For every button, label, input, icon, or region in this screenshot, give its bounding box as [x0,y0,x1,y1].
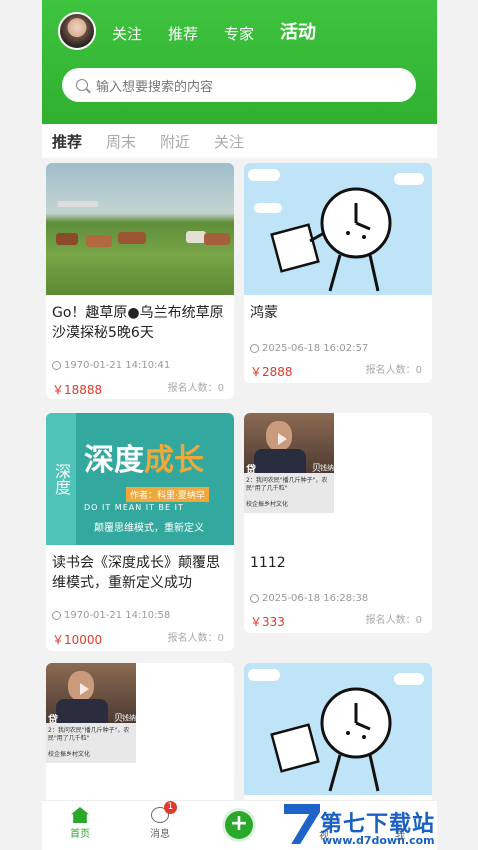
activity-card[interactable] [244,663,432,803]
card-price: ￥10000 [52,633,103,647]
nav-recommend[interactable]: 推荐 [168,23,198,44]
card-enroll: 报名人数：0 [167,633,224,644]
tab-home[interactable]: 首页 [60,807,100,840]
tab-messages[interactable]: 1 消息 [140,801,180,840]
cover-side-text: 深度 [46,413,76,545]
activity-card[interactable]: Go！趣草原●乌兰布统草原沙漠探秘5晚6天 1970-01-21 14:10:4… [46,163,234,399]
app-screen: 关注 推荐 专家 活动 输入想要搜索的内容 推荐 周末 附近 关注 Go！趣草原… [0,0,478,850]
subtab-recommend[interactable]: 推荐 [52,131,82,152]
nav-activity[interactable]: 活动 [280,18,316,44]
clock-icon [52,361,61,370]
nav-expert[interactable]: 专家 [224,23,254,44]
thumb-caption2: 民"用了几千粒" [246,485,288,492]
tab-messages-label: 消息 [150,829,170,840]
thumb-caption2: 民"用了几千粒" [48,735,90,742]
avatar[interactable] [58,12,96,50]
card-enroll: 报名人数：0 [365,365,422,376]
cover-slogan: DO IT MEAN IT BE IT [84,503,184,512]
home-icon [71,807,89,823]
thumb-caption3: 校企振乡村文化 [246,501,289,508]
clock-icon [270,687,392,792]
clock-icon [52,611,61,620]
subtab-nearby[interactable]: 附近 [160,131,190,152]
clock-icon [250,594,259,603]
card-price: ￥333 [250,615,285,629]
cover-line: 颠覆思维模式，重新定义 [94,523,204,534]
cover-title-accent: 成长 [144,443,204,478]
cover-title-main: 深度 [84,443,144,478]
grassland-image [46,163,234,295]
tab-home-label: 首页 [70,829,90,840]
card-title: 1112 [250,555,286,571]
subtab-follow[interactable]: 关注 [214,131,244,152]
card-time: 1970-01-21 14:10:58 [52,610,170,621]
watermark-url: www.d7down.com [322,834,435,847]
card-price: ￥18888 [52,383,103,397]
message-badge: 1 [164,801,177,814]
book-cover-image: 深度 深度成长 作者：科里·夏纳罕 DO IT MEAN IT BE IT 颠覆… [46,413,234,545]
subtab-weekend[interactable]: 周末 [106,131,136,152]
top-nav: 关注 推荐 专家 活动 [112,18,316,44]
card-title: Go！趣草原●乌兰布统草原沙漠探秘5晚6天 [52,305,224,341]
thumb-caption3: 校企振乡村文化 [48,751,91,758]
time-text: 1970-01-21 14:10:41 [64,360,171,371]
add-button[interactable]: + [225,811,253,839]
search-placeholder: 输入想要搜索的内容 [96,79,214,95]
watermark: 第七下载站 www.d7down.com [282,802,478,850]
video-thumbnail: 贷 贝 钱纳 2：我问农民"播几斤种子"，农 民"用了几千粒" 校企振乡村文化 [244,413,432,545]
message-icon: 1 [151,801,177,823]
time-text: 2025-06-18 16:02:57 [262,343,369,354]
search-bar[interactable]: 输入想要搜索的内容 [62,68,416,102]
nav-follow[interactable]: 关注 [112,23,142,44]
card-time: 2025-06-18 16:02:57 [250,343,368,354]
watermark-logo [284,804,320,844]
clock-cartoon-image [244,163,432,295]
cover-title: 深度成长 [84,435,204,479]
card-enroll: 报名人数：0 [167,383,224,394]
clock-cartoon-image [244,663,432,795]
card-enroll: 报名人数：0 [365,615,422,626]
thumb-tag: 贷 [48,715,58,726]
card-title: 读书会《深度成长》颠覆思维模式，重新定义成功 [52,555,220,591]
activity-card[interactable]: 深度 深度成长 作者：科里·夏纳罕 DO IT MEAN IT BE IT 颠覆… [46,413,234,651]
card-time: 1970-01-21 14:10:41 [52,360,170,371]
play-icon [278,433,287,445]
video-thumbnail: 贷 贝 钱纳 2：我问农民"播几斤种子"，农 民"用了几千粒" 校企振乡村文化 [46,663,234,795]
card-title: 鸿蒙 [250,305,278,321]
cover-author: 作者：科里·夏纳罕 [126,487,209,502]
thumb-tag3: 钱纳 [320,464,334,472]
header: 关注 推荐 专家 活动 输入想要搜索的内容 [42,0,437,124]
card-time: 2025-06-18 16:28:38 [250,593,368,604]
activity-card[interactable]: 鸿蒙 2025-06-18 16:02:57 ￥2888 报名人数：0 [244,163,432,383]
thumb-tag: 贷 [246,465,256,476]
clock-icon [250,344,259,353]
clock-icon [270,187,392,292]
activity-card[interactable]: 贷 贝 钱纳 2：我问农民"播几斤种子"，农 民"用了几千粒" 校企振乡村文化 [46,663,234,803]
sub-tabs: 推荐 周末 附近 关注 [42,124,437,158]
time-text: 2025-06-18 16:28:38 [262,593,369,604]
search-icon [76,79,88,91]
time-text: 1970-01-21 14:10:58 [64,610,171,621]
thumb-tag3: 钱纳 [122,714,136,722]
card-price: ￥2888 [250,365,293,379]
play-icon [80,683,89,695]
activity-card[interactable]: 贷 贝 钱纳 2：我问农民"播几斤种子"，农 民"用了几千粒" 校企振乡村文化 … [244,413,432,633]
